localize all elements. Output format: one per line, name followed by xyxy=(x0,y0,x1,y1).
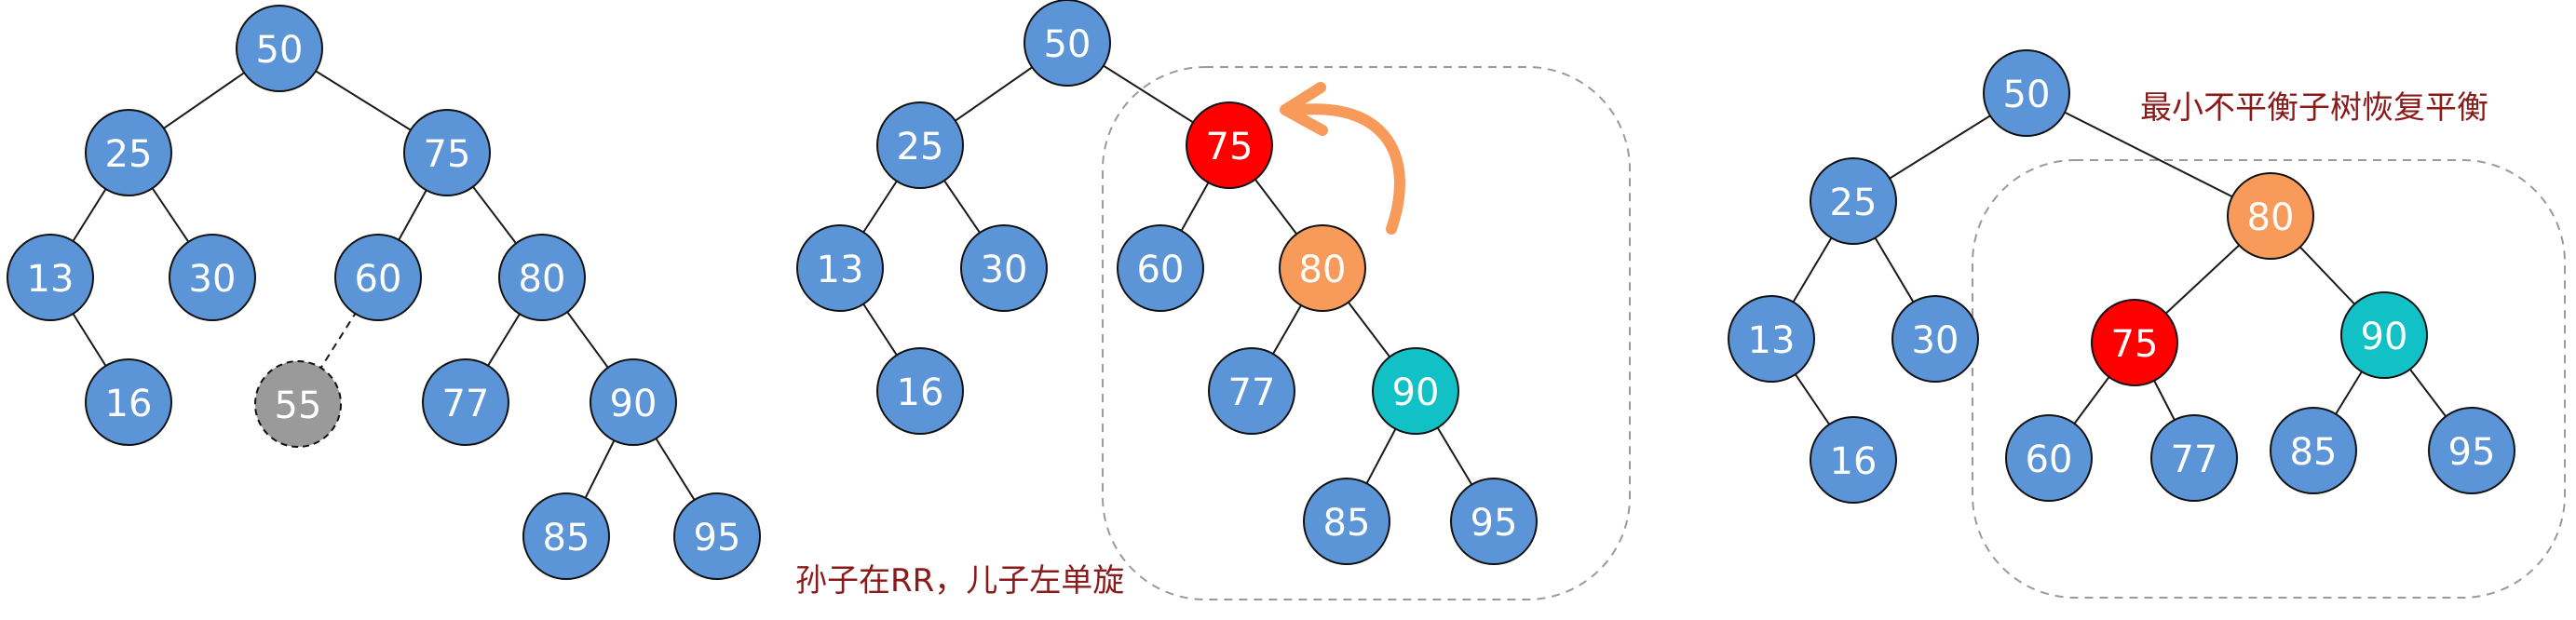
tree-node-label: 80 xyxy=(1299,249,1347,291)
tree-node-label: 30 xyxy=(981,249,1028,291)
tree-rotating-node-25: 25 xyxy=(876,101,964,189)
tree-node-label: 16 xyxy=(897,371,944,414)
tree-node-label: 16 xyxy=(1830,440,1878,483)
tree-node-label: 13 xyxy=(27,258,75,301)
tree-original-node-25: 25 xyxy=(85,109,172,196)
tree-node-label: 77 xyxy=(2171,438,2218,481)
tree-rotating-node-80: 80 xyxy=(1279,224,1366,312)
tree-balanced-node-30: 30 xyxy=(1891,295,1979,383)
caption-balanced-step: 最小不平衡子树恢复平衡 xyxy=(2140,89,2488,127)
tree-rotating-node-85: 85 xyxy=(1303,478,1390,565)
tree-node-label: 60 xyxy=(1137,249,1185,291)
tree-node-label: 25 xyxy=(105,133,153,176)
tree-rotating-node-75: 75 xyxy=(1186,101,1273,189)
tree-balanced-node-90: 90 xyxy=(2340,291,2428,379)
tree-node-label: 85 xyxy=(543,517,590,559)
tree-node-label: 90 xyxy=(2361,316,2408,358)
tree-node-label: 77 xyxy=(1228,371,1276,414)
tree-node-label: 55 xyxy=(275,384,322,427)
tree-balanced-node-25: 25 xyxy=(1810,157,1897,245)
tree-balanced-node-80: 80 xyxy=(2227,172,2314,260)
tree-rotating-node-50: 50 xyxy=(1024,0,1111,87)
tree-node-label: 25 xyxy=(897,126,944,168)
tree-node-label: 85 xyxy=(1323,502,1371,545)
tree-node-label: 60 xyxy=(2026,438,2073,481)
tree-original-node-90: 90 xyxy=(590,358,677,446)
tree-rotating-node-95: 95 xyxy=(1450,478,1538,565)
tree-node-label: 95 xyxy=(2448,431,2496,474)
tree-original-node-50: 50 xyxy=(236,5,323,92)
tree-node-label: 13 xyxy=(817,249,864,291)
tree-balanced-node-13: 13 xyxy=(1728,295,1815,383)
tree-balanced-node-50: 50 xyxy=(1983,49,2070,137)
tree-original-node-75: 75 xyxy=(403,109,491,196)
tree-original-node-95: 95 xyxy=(673,492,761,580)
tree-node-label: 13 xyxy=(1748,319,1796,362)
tree-rotating-node-90: 90 xyxy=(1372,347,1459,435)
tree-node-label: 90 xyxy=(610,383,658,425)
tree-node-label: 16 xyxy=(105,383,153,425)
tree-original-node-16: 16 xyxy=(85,358,172,446)
tree-node-label: 25 xyxy=(1830,182,1878,224)
tree-node-label: 30 xyxy=(1912,319,1959,362)
tree-rotating-node-16: 16 xyxy=(876,347,964,435)
tree-original-node-30: 30 xyxy=(169,234,256,321)
tree-node-label: 30 xyxy=(189,258,237,301)
tree-balanced-node-85: 85 xyxy=(2270,407,2357,494)
tree-rotating-node-60: 60 xyxy=(1117,224,1204,312)
tree-node-label: 90 xyxy=(1392,371,1440,414)
tree-original-node-13: 13 xyxy=(7,234,94,321)
tree-node-label: 50 xyxy=(2003,74,2051,116)
tree-node-label: 95 xyxy=(694,517,741,559)
tree-node-label: 80 xyxy=(519,258,566,301)
tree-balanced-node-77: 77 xyxy=(2150,414,2238,502)
tree-original-node-77: 77 xyxy=(422,358,509,446)
tree-node-label: 95 xyxy=(1471,502,1518,545)
tree-balanced-node-16: 16 xyxy=(1810,416,1897,504)
tree-node-label: 50 xyxy=(256,29,304,72)
tree-node-label: 75 xyxy=(1206,126,1254,168)
tree-balanced-node-75: 75 xyxy=(2091,299,2178,386)
tree-node-label: 75 xyxy=(2111,323,2159,366)
tree-node-label: 60 xyxy=(355,258,402,301)
tree-node-label: 75 xyxy=(424,133,471,176)
tree-original-node-55: 55 xyxy=(254,360,342,448)
tree-node-label: 50 xyxy=(1044,23,1091,66)
tree-nodes: 50 25 75 13 30 60 80 16 55 77 90 85 95 50 25 75 13 30 60 80… xyxy=(7,0,2515,580)
tree-rotating-node-77: 77 xyxy=(1208,347,1295,435)
tree-rotating-node-13: 13 xyxy=(796,224,884,312)
tree-original-node-85: 85 xyxy=(522,492,610,580)
tree-balanced-node-95: 95 xyxy=(2428,407,2515,494)
tree-original-node-80: 80 xyxy=(498,234,586,321)
tree-node-label: 77 xyxy=(442,383,490,425)
tree-node-label: 85 xyxy=(2290,431,2338,474)
tree-balanced-node-60: 60 xyxy=(2005,414,2093,502)
tree-node-label: 80 xyxy=(2247,196,2295,239)
caption-rotation-step: 孙子在RR，儿子左单旋 xyxy=(795,562,1125,600)
rotation-arrows xyxy=(1280,82,1405,235)
tree-original-node-60: 60 xyxy=(334,234,422,321)
tree-rotating-node-30: 30 xyxy=(960,224,1048,312)
